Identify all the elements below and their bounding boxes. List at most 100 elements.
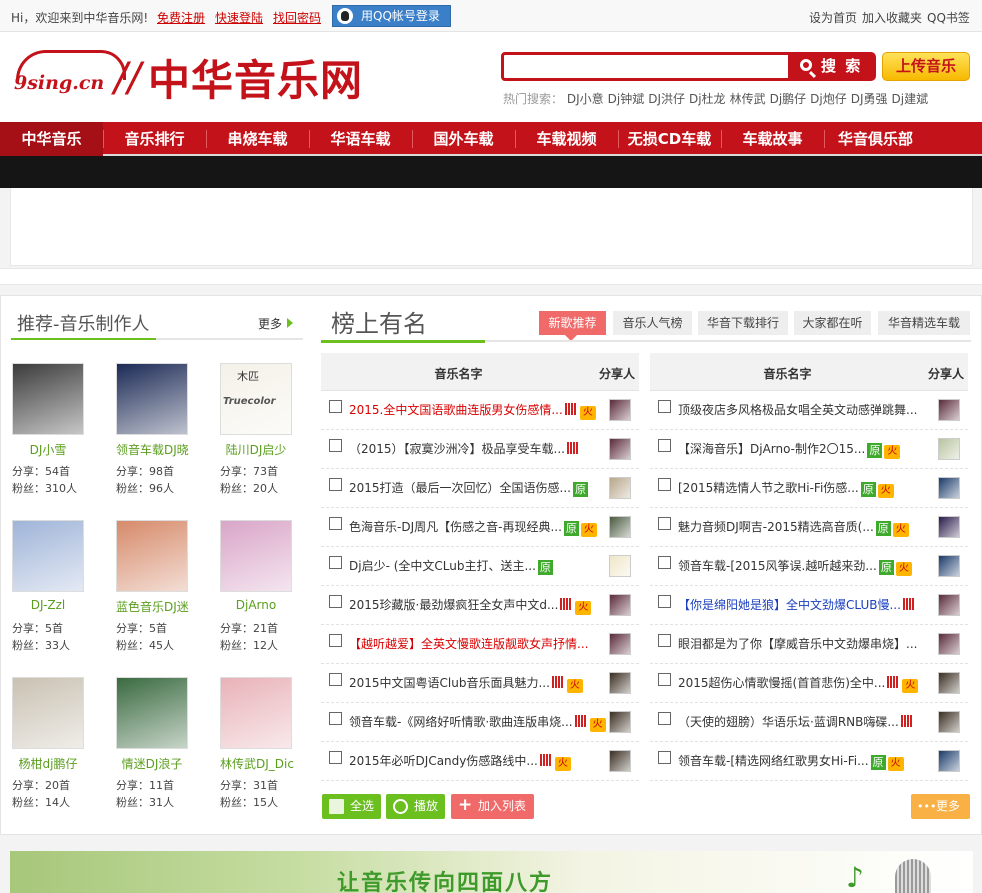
sharer-avatar[interactable] bbox=[609, 438, 631, 460]
nav-item[interactable]: 中华音乐 bbox=[0, 122, 103, 156]
nav-item[interactable]: 国外车载 bbox=[412, 122, 515, 156]
play-button[interactable]: 播放 bbox=[386, 794, 445, 819]
song-checkbox[interactable] bbox=[658, 400, 671, 413]
song-row[interactable]: [2015精选情人节之歌Hi-Fi伤感... 原火 bbox=[650, 469, 968, 508]
producer-name[interactable]: 蓝色音乐DJ迷 bbox=[116, 598, 189, 615]
producer-card[interactable]: 木匹 Truecolor 陆川DJ启少 分享：73首 粉丝：20人 bbox=[220, 363, 320, 513]
upload-music-button[interactable]: 上传音乐 bbox=[882, 52, 970, 81]
producer-card[interactable]: 领音车载DJ晓 分享：98首 粉丝：96人 bbox=[116, 363, 216, 513]
song-title-link[interactable]: 领音车载-[2015风筝误.越听越来劲... bbox=[678, 559, 877, 573]
hot-keyword-link[interactable]: DJ小意 bbox=[567, 92, 604, 106]
sharer-avatar[interactable] bbox=[938, 438, 960, 460]
producer-card[interactable]: DJ-Zzl 分享：5首 粉丝：33人 bbox=[12, 520, 112, 670]
bottom-promo-banner[interactable]: 让音乐传向四面八方 ♪ bbox=[10, 851, 973, 893]
song-row[interactable]: 色海音乐-DJ周凡【伤感之音-再现经典... 原火 bbox=[321, 508, 639, 547]
search-button[interactable]: 搜 索 bbox=[790, 52, 876, 81]
producer-avatar[interactable] bbox=[220, 677, 292, 749]
song-checkbox[interactable] bbox=[658, 712, 671, 725]
recover-password-link[interactable]: 找回密码 bbox=[273, 9, 321, 26]
song-checkbox[interactable] bbox=[329, 439, 342, 452]
ranking-tab[interactable]: 新歌推荐 bbox=[539, 311, 606, 341]
add-to-list-button[interactable]: + 加入列表 bbox=[451, 794, 534, 819]
producer-card[interactable]: 蓝色音乐DJ迷 分享：5首 粉丝：45人 bbox=[116, 520, 216, 670]
producer-name[interactable]: DJ-Zzl bbox=[12, 598, 84, 612]
sharer-avatar[interactable] bbox=[609, 477, 631, 499]
song-title-link[interactable]: 2015年必听DJCandy伤感路线中... bbox=[349, 754, 538, 768]
nav-item[interactable]: 华音俱乐部 bbox=[824, 122, 927, 156]
nav-item[interactable]: 音乐排行 bbox=[103, 122, 206, 156]
producer-card[interactable]: 林传武DJ_Dic 分享：31首 粉丝：15人 bbox=[220, 677, 320, 827]
sharer-avatar[interactable] bbox=[938, 399, 960, 421]
sharer-avatar[interactable] bbox=[609, 711, 631, 733]
song-checkbox[interactable] bbox=[329, 595, 342, 608]
song-row[interactable]: 2015超伤心情歌慢摇(首首悲伤)全中... 火 bbox=[650, 664, 968, 703]
qq-bookmark-link[interactable]: QQ书签 bbox=[927, 9, 970, 26]
song-title-link[interactable]: [2015精选情人节之歌Hi-Fi伤感... bbox=[678, 481, 859, 495]
song-checkbox[interactable] bbox=[329, 517, 342, 530]
hot-keyword-link[interactable]: Dj炮仔 bbox=[810, 92, 847, 106]
song-title-link[interactable]: （天使的翅膀）华语乐坛·蓝调RNB嗨碟... bbox=[678, 715, 899, 729]
song-row[interactable]: 【越听越爱】全英文慢歌连版靓歌女声抒情... bbox=[321, 625, 639, 664]
sharer-avatar[interactable] bbox=[938, 750, 960, 772]
register-link[interactable]: 免费注册 bbox=[157, 9, 205, 26]
ranking-more-button[interactable]: ••• 更多 bbox=[911, 794, 970, 819]
nav-item[interactable]: 华语车载 bbox=[309, 122, 412, 156]
producer-name[interactable]: DjArno bbox=[220, 598, 292, 612]
song-row[interactable]: 【深海音乐】DjArno-制作2〇15... 原火 bbox=[650, 430, 968, 469]
song-checkbox[interactable] bbox=[658, 673, 671, 686]
nav-item[interactable]: 串烧车载 bbox=[206, 122, 309, 156]
song-row[interactable]: 领音车载-[精选网络红歌男女Hi-Fi... 原火 bbox=[650, 742, 968, 781]
producer-avatar[interactable] bbox=[116, 363, 188, 435]
song-checkbox[interactable] bbox=[658, 439, 671, 452]
song-row[interactable]: （天使的翅膀）华语乐坛·蓝调RNB嗨碟... bbox=[650, 703, 968, 742]
song-row[interactable]: 领音车载-[2015风筝误.越听越来劲... 原火 bbox=[650, 547, 968, 586]
producer-avatar[interactable]: 木匹 Truecolor bbox=[220, 363, 292, 435]
song-title-link[interactable]: 2015珍藏版·最劲爆疯狂全女声中文d... bbox=[349, 598, 558, 612]
song-title-link[interactable]: 【深海音乐】DjArno-制作2〇15... bbox=[678, 442, 865, 456]
ranking-tab[interactable]: 华音下载排行 bbox=[698, 311, 788, 335]
producer-card[interactable]: DjArno 分享：21首 粉丝：12人 bbox=[220, 520, 320, 670]
song-title-link[interactable]: 2015打造（最后一次回忆）全国语伤感... bbox=[349, 481, 571, 495]
producers-more-link[interactable]: 更多 bbox=[258, 315, 294, 332]
song-title-link[interactable]: 【越听越爱】全英文慢歌连版靓歌女声抒情... bbox=[349, 637, 588, 651]
song-title-link[interactable]: 2015超伤心情歌慢摇(首首悲伤)全中... bbox=[678, 676, 885, 690]
song-checkbox[interactable] bbox=[329, 478, 342, 491]
song-row[interactable]: （2015）【寂寞沙洲冷】极品享受车载... bbox=[321, 430, 639, 469]
sharer-avatar[interactable] bbox=[609, 594, 631, 616]
sharer-avatar[interactable] bbox=[938, 477, 960, 499]
song-title-link[interactable]: 2015.全中文国语歌曲连版男女伤感情... bbox=[349, 403, 563, 417]
song-row[interactable]: 2015.全中文国语歌曲连版男女伤感情... 火 bbox=[321, 391, 639, 430]
sharer-avatar[interactable] bbox=[938, 633, 960, 655]
song-row[interactable]: 2015珍藏版·最劲爆疯狂全女声中文d... 火 bbox=[321, 586, 639, 625]
sharer-avatar[interactable] bbox=[609, 516, 631, 538]
producer-avatar[interactable] bbox=[12, 677, 84, 749]
song-title-link[interactable]: 2015中文国粤语Club音乐面具魅力... bbox=[349, 676, 550, 690]
song-title-link[interactable]: 眼泪都是为了你【摩威音乐中文劲爆串烧】... bbox=[678, 637, 917, 651]
song-checkbox[interactable] bbox=[658, 556, 671, 569]
quick-login-link[interactable]: 快速登陆 bbox=[215, 9, 263, 26]
add-favorite-link[interactable]: 加入收藏夹 bbox=[862, 9, 922, 26]
set-homepage-link[interactable]: 设为首页 bbox=[809, 9, 857, 26]
producer-name[interactable]: DJ小雪 bbox=[12, 441, 84, 458]
song-row[interactable]: 领音车载-《网络好听情歌·歌曲连版串烧... 火 bbox=[321, 703, 639, 742]
sharer-avatar[interactable] bbox=[609, 672, 631, 694]
hot-keyword-link[interactable]: Dj建斌 bbox=[892, 92, 929, 106]
ranking-tab[interactable]: 大家都在听 bbox=[794, 311, 871, 335]
producer-avatar[interactable] bbox=[12, 363, 84, 435]
sharer-avatar[interactable] bbox=[938, 555, 960, 577]
nav-item[interactable]: 车载故事 bbox=[721, 122, 824, 156]
producer-card[interactable]: DJ小雪 分享：54首 粉丝：310人 bbox=[12, 363, 112, 513]
producer-avatar[interactable] bbox=[116, 520, 188, 592]
song-checkbox[interactable] bbox=[329, 634, 342, 647]
producer-name[interactable]: 领音车载DJ晓 bbox=[116, 441, 189, 458]
producer-name[interactable]: 杨柑dj鹏仔 bbox=[12, 755, 84, 772]
ranking-tab[interactable]: 华音精选车载 bbox=[878, 311, 970, 335]
sharer-avatar[interactable] bbox=[938, 594, 960, 616]
song-title-link[interactable]: 领音车载-[精选网络红歌男女Hi-Fi... bbox=[678, 754, 869, 768]
producer-card[interactable]: 情迷DJ浪子 分享：11首 粉丝：31人 bbox=[116, 677, 216, 827]
hot-keyword-link[interactable]: Dj杜龙 bbox=[689, 92, 726, 106]
hot-keyword-link[interactable]: DJ洪仔 bbox=[648, 92, 685, 106]
sharer-avatar[interactable] bbox=[938, 516, 960, 538]
song-checkbox[interactable] bbox=[658, 634, 671, 647]
hot-keyword-link[interactable]: 林传武 bbox=[730, 92, 766, 106]
